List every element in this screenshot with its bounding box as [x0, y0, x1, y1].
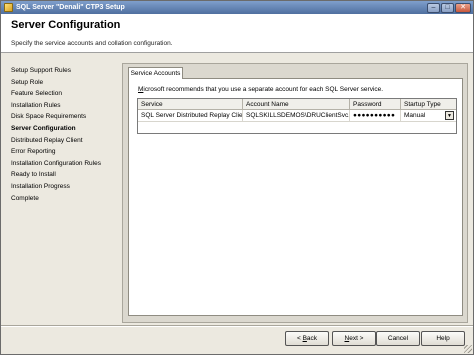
title-bar[interactable]: SQL Server "Denali" CTP3 Setup – □ ✕: [1, 1, 473, 14]
startup-type-select[interactable]: Manual ▼: [401, 110, 456, 122]
minimize-button[interactable]: –: [427, 2, 440, 13]
table-row[interactable]: SQL Server Distributed Replay Client SQL…: [138, 110, 456, 122]
back-button[interactable]: < Back: [285, 331, 329, 346]
page-subtitle: Specify the service accounts and collati…: [11, 40, 173, 47]
grid-header-row: Service Account Name Password Startup Ty…: [138, 99, 456, 110]
window-controls: – □ ✕: [427, 2, 471, 13]
service-cell: SQL Server Distributed Replay Client: [138, 110, 243, 122]
setup-window: SQL Server "Denali" CTP3 Setup – □ ✕ Ser…: [0, 0, 474, 355]
column-header-password[interactable]: Password: [350, 99, 401, 110]
recommendation-body: icrosoft recommends that you use a separ…: [143, 86, 384, 93]
column-header-account-name[interactable]: Account Name: [243, 99, 350, 110]
nav-item-installation-progress[interactable]: Installation Progress: [11, 181, 121, 193]
nav-item-error-reporting[interactable]: Error Reporting: [11, 146, 121, 158]
nav-item-feature-selection[interactable]: Feature Selection: [11, 88, 121, 100]
sql-setup-app-icon: [4, 3, 13, 12]
page-header: Server Configuration Specify the service…: [1, 14, 473, 53]
back-button-rest: ack: [306, 335, 318, 342]
help-button[interactable]: Help: [421, 331, 465, 346]
nav-item-setup-role[interactable]: Setup Role: [11, 77, 121, 89]
resize-grip-icon[interactable]: [464, 345, 472, 353]
nav-item-server-configuration[interactable]: Server Configuration: [11, 123, 121, 135]
nav-item-setup-support-rules[interactable]: Setup Support Rules: [11, 65, 121, 77]
nav-item-complete[interactable]: Complete: [11, 193, 121, 205]
password-field[interactable]: ●●●●●●●●●●: [350, 110, 401, 122]
page-title: Server Configuration: [11, 19, 121, 31]
column-header-startup-type[interactable]: Startup Type: [401, 99, 456, 110]
window-title: SQL Server "Denali" CTP3 Setup: [16, 4, 125, 11]
nav-item-distributed-replay-client[interactable]: Distributed Replay Client: [11, 135, 121, 147]
service-accounts-grid: Service Account Name Password Startup Ty…: [137, 98, 457, 134]
recommendation-text: Microsoft recommends that you use a sepa…: [138, 86, 383, 93]
startup-type-value: Manual: [404, 112, 426, 119]
chevron-down-icon[interactable]: ▼: [445, 111, 454, 120]
nav-item-installation-rules[interactable]: Installation Rules: [11, 100, 121, 112]
tab-service-accounts[interactable]: Service Accounts: [128, 67, 183, 79]
account-name-field[interactable]: SQLSKILLSDEMOS\DRUClientSvc...: [243, 110, 350, 122]
nav-item-installation-configuration-rules[interactable]: Installation Configuration Rules: [11, 158, 121, 170]
next-button[interactable]: Next >: [332, 331, 376, 346]
column-header-service[interactable]: Service: [138, 99, 243, 110]
next-button-rest: ext >: [349, 335, 364, 342]
maximize-button[interactable]: □: [441, 2, 454, 13]
nav-item-ready-to-install[interactable]: Ready to Install: [11, 169, 121, 181]
footer-separator: [1, 325, 473, 327]
nav-item-disk-space-requirements[interactable]: Disk Space Requirements: [11, 111, 121, 123]
setup-steps-nav: Setup Support Rules Setup Role Feature S…: [11, 65, 121, 204]
cancel-button[interactable]: Cancel: [376, 331, 420, 346]
close-button[interactable]: ✕: [455, 2, 471, 13]
